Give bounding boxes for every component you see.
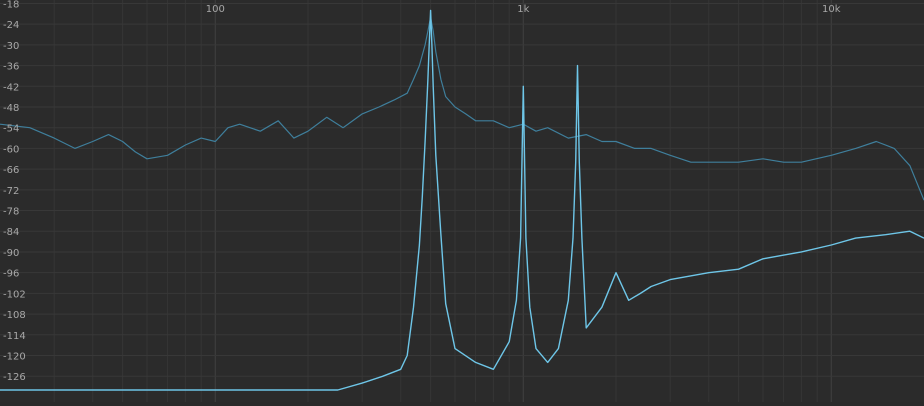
y-tick-label: -90 [3, 248, 19, 259]
y-tick-label: -114 [3, 331, 26, 342]
y-tick-label: -66 [3, 165, 19, 176]
y-tick-label: -96 [3, 269, 19, 280]
y-tick-label: -24 [3, 20, 19, 31]
spectrum-analyzer: -18 -24 -30 -36 -42 -48 -54 -60 -66 -72 -78 -84 -90 -… [0, 0, 924, 402]
y-tick-label: -36 [3, 62, 19, 73]
y-tick-label: -60 [3, 144, 19, 155]
y-tick-label: -30 [3, 41, 19, 52]
y-tick-label: -84 [3, 227, 19, 238]
x-tick-label: 100 [206, 4, 225, 15]
x-tick-label: 1k [517, 4, 529, 15]
y-tick-label: -102 [3, 289, 26, 300]
y-tick-label: -42 [3, 82, 19, 93]
y-tick-label: -78 [3, 207, 19, 218]
y-tick-label: -72 [3, 186, 19, 197]
y-tick-label: -126 [3, 372, 26, 383]
plot-background [0, 0, 924, 402]
spectrum-plot[interactable]: -18 -24 -30 -36 -42 -48 -54 -60 -66 -72 -78 -84 -90 -… [0, 0, 924, 402]
y-tick-label: -120 [3, 351, 26, 362]
y-tick-label: -54 [3, 124, 19, 135]
x-tick-label: 10k [822, 4, 841, 15]
y-tick-label: -18 [3, 0, 19, 10]
y-tick-label: -108 [3, 310, 26, 321]
y-tick-label: -48 [3, 103, 19, 114]
